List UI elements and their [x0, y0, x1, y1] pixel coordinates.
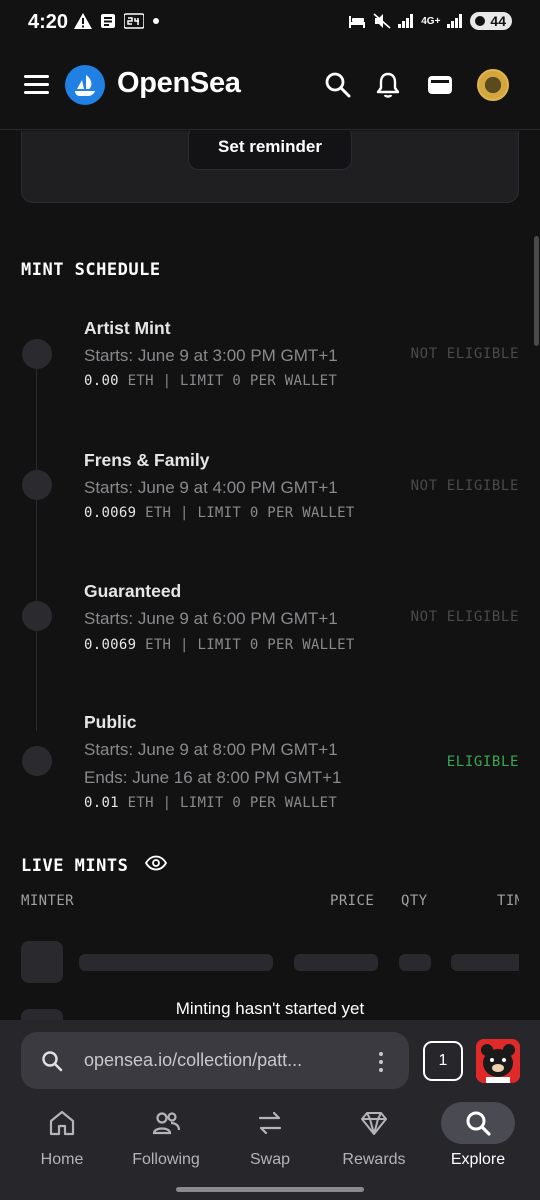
nav-label: Following [132, 1151, 200, 1168]
home-indicator[interactable] [176, 1187, 364, 1192]
nav-label: Home [40, 1151, 84, 1168]
phase-end: Ends: June 16 at 8:00 PM GMT+1 [84, 768, 342, 787]
swap-icon [258, 1111, 282, 1135]
status-bar: 4:20 4G+ 44 [0, 0, 540, 40]
timeline-dot [22, 470, 52, 500]
phase-price: 0.0069 ETH | LIMIT 0 PER WALLET [84, 505, 355, 521]
phase-name: Artist Mint [84, 318, 171, 338]
column-qty: QTY [401, 893, 428, 909]
app-header: OpenSea [0, 40, 540, 130]
phase-start: Starts: June 9 at 6:00 PM GMT+1 [84, 609, 338, 628]
eligibility-status: NOT ELIGIBLE [410, 478, 519, 494]
menu-icon[interactable] [24, 75, 49, 95]
profile-avatar[interactable] [476, 1039, 520, 1083]
main-content: Set reminder MINT SCHEDULE Artist Mint S… [0, 131, 540, 1021]
empty-message: Minting hasn't started yet [175, 999, 365, 1018]
skeleton-minter [79, 954, 273, 971]
signal-icon [398, 14, 414, 28]
bed-icon [349, 16, 366, 28]
wallet-icon[interactable] [426, 71, 454, 99]
mint-schedule-title: MINT SCHEDULE [21, 260, 161, 280]
phase-start: Starts: June 9 at 8:00 PM GMT+1 [84, 740, 338, 759]
column-time: TIME [497, 893, 519, 909]
skeleton-avatar [21, 941, 63, 983]
phase-price: 0.0069 ETH | LIMIT 0 PER WALLET [84, 637, 355, 653]
profile-coin-icon[interactable] [477, 69, 509, 101]
phase-name: Guaranteed [84, 581, 182, 601]
bottom-nav: Home Following Swap Rewards Explore [0, 1100, 540, 1200]
following-icon [152, 1112, 181, 1135]
column-minter: MINTER [21, 893, 74, 909]
phase-name: Frens & Family [84, 450, 210, 470]
warning-icon [74, 13, 92, 29]
more-options-icon[interactable] [379, 1052, 383, 1076]
timeline-dot [22, 601, 52, 631]
search-icon[interactable] [324, 71, 352, 99]
signal-icon-2 [447, 14, 463, 28]
bell-icon[interactable] [374, 71, 402, 99]
battery-indicator: 44 [470, 12, 512, 30]
phase-price: 0.01 ETH | LIMIT 0 PER WALLET [84, 795, 338, 811]
timeline-dot [22, 339, 52, 369]
diamond-icon [361, 1112, 387, 1135]
skeleton-time [451, 954, 519, 971]
live-mints-title: LIVE MINTS [21, 856, 129, 876]
mute-icon [373, 13, 391, 29]
browser-toolbar: opensea.io/collection/patt... 1 [0, 1020, 540, 1100]
skeleton-qty [399, 954, 431, 971]
nav-label: Swap [249, 1151, 291, 1168]
url-bar[interactable]: opensea.io/collection/patt... [21, 1032, 409, 1089]
status-time: 4:20 [28, 11, 69, 33]
network-label: 4G+ [421, 15, 441, 27]
url-text[interactable]: opensea.io/collection/patt... [84, 1050, 302, 1071]
timeline-dot [22, 746, 52, 776]
home-icon [49, 1110, 75, 1136]
nav-label: Explore [450, 1151, 506, 1168]
eligibility-status: ELIGIBLE [446, 754, 519, 770]
phase-start: Starts: June 9 at 3:00 PM GMT+1 [84, 346, 338, 365]
timeline-line [36, 341, 37, 731]
news-icon [101, 14, 115, 28]
search-icon [466, 1111, 491, 1136]
search-icon [42, 1051, 63, 1072]
phase-start: Starts: June 9 at 4:00 PM GMT+1 [84, 478, 338, 497]
scrollbar[interactable] [534, 236, 539, 346]
nav-label: Rewards [342, 1151, 406, 1168]
tab-switcher-button[interactable]: 1 [423, 1041, 463, 1081]
set-reminder-button[interactable]: Set reminder [188, 131, 352, 170]
eye-icon[interactable] [145, 855, 167, 871]
eligibility-status: NOT ELIGIBLE [410, 609, 519, 625]
skeleton-price [294, 954, 378, 971]
brand-name[interactable]: OpenSea [117, 67, 241, 100]
dot-icon [153, 18, 159, 24]
opensea-logo-icon[interactable] [65, 65, 105, 105]
column-price: PRICE [330, 893, 375, 909]
24-icon [124, 13, 144, 29]
phase-price: 0.00 ETH | LIMIT 0 PER WALLET [84, 373, 338, 389]
phase-name: Public [84, 712, 137, 732]
eligibility-status: NOT ELIGIBLE [410, 346, 519, 362]
